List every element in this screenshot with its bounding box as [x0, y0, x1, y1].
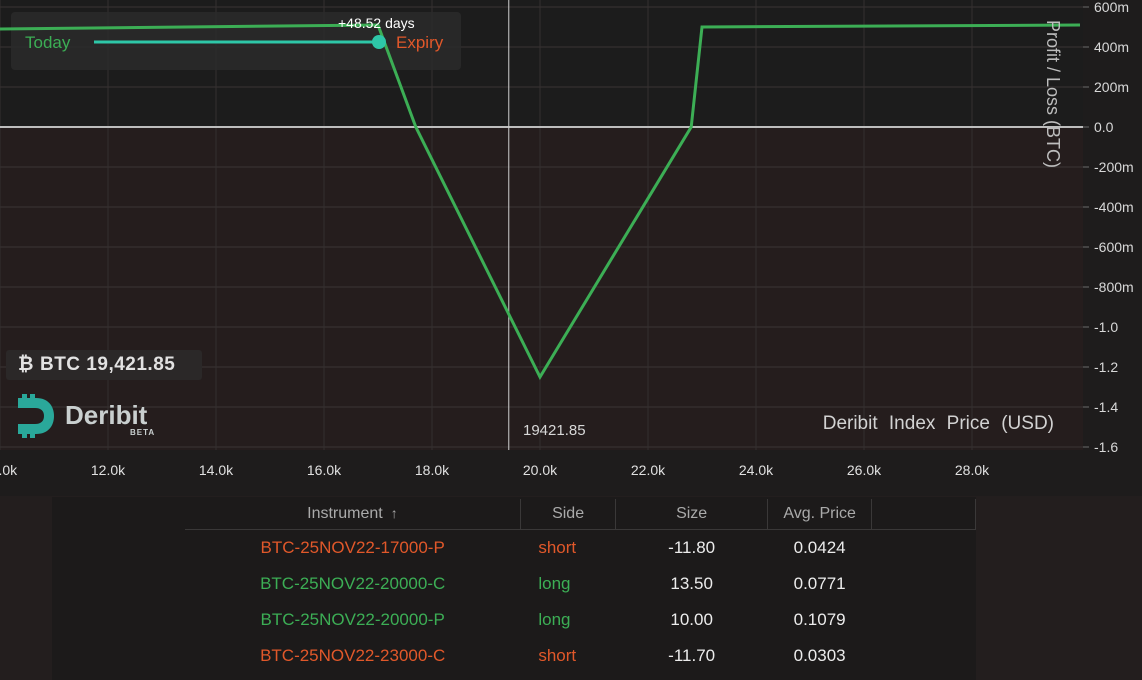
- cell-side: short: [538, 646, 577, 665]
- today-label[interactable]: Today: [25, 33, 71, 52]
- cell-avg-price: 0.0771: [793, 574, 846, 593]
- cell-avg-price: 0.0303: [793, 646, 846, 665]
- y-tick-label: -800m: [1094, 279, 1134, 295]
- cell-size: 13.50: [670, 574, 713, 593]
- header-size[interactable]: Size: [615, 499, 768, 530]
- cell-size: -11.80: [668, 538, 716, 557]
- cell-instrument[interactable]: BTC-25NOV22-20000-P: [185, 602, 520, 638]
- cell-side: long: [538, 574, 571, 593]
- cell-extra: [872, 530, 976, 567]
- header-instrument-label: Instrument: [307, 505, 383, 522]
- y-axis-title: Profit / Loss (BTC): [1043, 20, 1063, 168]
- btc-price-badge: ₿ BTC 19,421.85: [6, 350, 202, 380]
- table-row[interactable]: BTC-25NOV22-20000-C long 13.50 0.0771: [185, 566, 976, 602]
- header-side[interactable]: Side: [520, 499, 617, 530]
- positions-panel: Instrument ↑ Side Size Avg. Price BTC-25N…: [52, 497, 976, 680]
- x-tick-label: 14.0k: [199, 462, 234, 478]
- table-header-row: Instrument ↑ Side Size Avg. Price: [185, 499, 976, 530]
- y-tick-label: -200m: [1094, 159, 1134, 175]
- cell-instrument[interactable]: BTC-25NOV22-23000-C: [185, 638, 520, 674]
- y-tick-label: -1.0: [1094, 319, 1118, 335]
- positions-table: Instrument ↑ Side Size Avg. Price BTC-25N…: [185, 499, 976, 674]
- days-slider-handle[interactable]: [372, 35, 386, 49]
- cell-avg-price: 0.1079: [793, 610, 846, 629]
- x-tick-label: 16.0k: [307, 462, 342, 478]
- logo-wordmark: Deribit: [65, 400, 148, 430]
- y-axis-band: [1083, 0, 1142, 450]
- x-tick-label: 12.0k: [91, 462, 126, 478]
- header-avg-price[interactable]: Avg. Price: [767, 499, 873, 530]
- deribit-d-icon: [18, 394, 54, 438]
- header-instrument[interactable]: Instrument ↑: [185, 499, 521, 530]
- x-tick-label: 18.0k: [415, 462, 450, 478]
- y-tick-label: 200m: [1094, 79, 1129, 95]
- cell-side: short: [538, 538, 577, 557]
- y-tick-label: -1.2: [1094, 359, 1118, 375]
- arrow-up-icon: ↑: [390, 505, 398, 521]
- table-row[interactable]: BTC-25NOV22-23000-C short -11.70 0.0303: [185, 638, 976, 674]
- y-tick-label: 400m: [1094, 39, 1129, 55]
- cell-size: 10.00: [670, 610, 713, 629]
- y-tick-label: 600m: [1094, 0, 1129, 15]
- x-tick-label: 26.0k: [847, 462, 882, 478]
- cell-avg-price: 0.0424: [793, 538, 846, 557]
- expiry-label[interactable]: Expiry: [396, 33, 444, 52]
- crosshair-value: 19421.85: [523, 422, 586, 439]
- cell-extra: [872, 638, 976, 674]
- cell-extra: [872, 602, 976, 638]
- x-axis-title: Deribit Index Price (USD): [822, 413, 1054, 434]
- cell-size: -11.70: [668, 646, 716, 665]
- y-tick-label: -400m: [1094, 199, 1134, 215]
- x-tick-label: 28.0k: [955, 462, 990, 478]
- days-label: +48.52 days: [338, 15, 415, 31]
- x-tick-label: 10.0k: [0, 462, 18, 478]
- y-tick-label: 0.0: [1094, 119, 1114, 135]
- deribit-logo: Deribit BETA: [12, 394, 172, 438]
- x-tick-label: 22.0k: [631, 462, 666, 478]
- table-row[interactable]: BTC-25NOV22-20000-P long 10.00 0.1079: [185, 602, 976, 638]
- cell-instrument[interactable]: BTC-25NOV22-17000-P: [185, 530, 520, 567]
- btc-price-text: BTC 19,421.85: [39, 354, 176, 375]
- cell-instrument[interactable]: BTC-25NOV22-20000-C: [185, 566, 520, 602]
- header-extra: [871, 499, 976, 530]
- x-tick-label: 24.0k: [739, 462, 774, 478]
- logo-beta-tag: BETA: [130, 428, 156, 437]
- y-tick-label: -1.4: [1094, 399, 1118, 415]
- table-row[interactable]: BTC-25NOV22-17000-P short -11.80 0.0424: [185, 530, 976, 567]
- x-tick-label: 20.0k: [523, 462, 558, 478]
- cell-side: long: [538, 610, 571, 629]
- bitcoin-icon: ₿: [18, 354, 34, 375]
- y-tick-label: -600m: [1094, 239, 1134, 255]
- y-tick-label: -1.6: [1094, 439, 1118, 455]
- cell-extra: [872, 566, 976, 602]
